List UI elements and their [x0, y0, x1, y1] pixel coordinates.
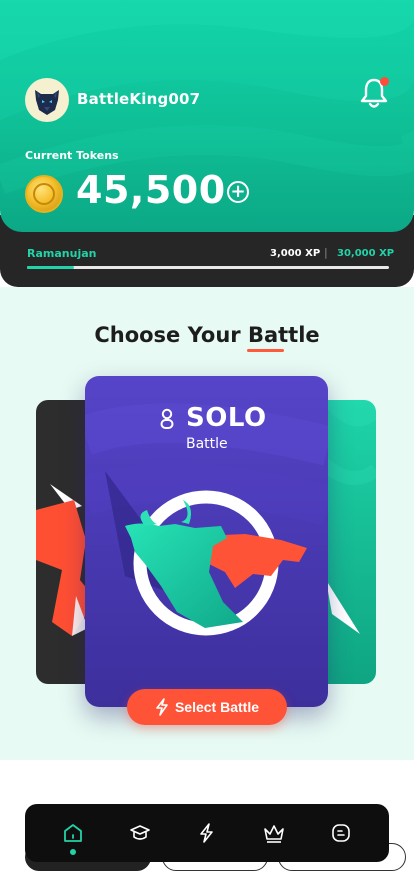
bottom-navigation [25, 804, 389, 862]
xp-progress-bar [27, 266, 389, 269]
chat-icon [332, 824, 351, 842]
nav-leaderboard[interactable] [254, 813, 294, 853]
nav-learn[interactable] [120, 813, 160, 853]
profile-header: BattleKing007 Current Tokens 45,500 + [0, 0, 414, 232]
active-indicator [69, 849, 76, 855]
nav-home[interactable] [53, 813, 93, 855]
title-underline [247, 349, 284, 352]
card-subtitle: Battle [186, 436, 228, 452]
user-icon [160, 408, 174, 429]
tokens-value: 45,500 [76, 168, 226, 212]
avatar[interactable] [25, 78, 69, 122]
xp-target: 30,000 XP [337, 248, 395, 259]
nav-chat[interactable] [321, 813, 361, 853]
select-battle-label: Select Battle [174, 699, 260, 715]
home-icon [63, 824, 82, 842]
learn-icon [129, 825, 150, 840]
battle-card-next[interactable] [320, 400, 376, 684]
crown-icon [264, 825, 284, 843]
xp-progress-fill [27, 266, 75, 269]
bear-art-icon [320, 400, 376, 634]
xp-separator: | [324, 246, 328, 259]
username: BattleKing007 [77, 90, 201, 108]
coin-icon [25, 175, 63, 213]
app-screen: BattleKing007 Current Tokens 45,500 + Ra… [0, 0, 414, 892]
battle-icon [200, 823, 213, 843]
add-tokens-button[interactable]: + [227, 181, 249, 203]
xp-level-name: Ramanujan [27, 247, 97, 260]
xp-current: 3,000 XP [270, 248, 321, 259]
lightning-icon [156, 698, 168, 716]
section-title: Choose Your Battle [94, 323, 320, 347]
tokens-label: Current Tokens [25, 149, 119, 162]
select-battle-button[interactable]: Select Battle [127, 689, 287, 725]
notification-badge [380, 77, 389, 86]
nav-battle[interactable] [187, 813, 227, 853]
card-title: SOLO [186, 403, 267, 433]
bear-avatar-icon [35, 90, 59, 115]
